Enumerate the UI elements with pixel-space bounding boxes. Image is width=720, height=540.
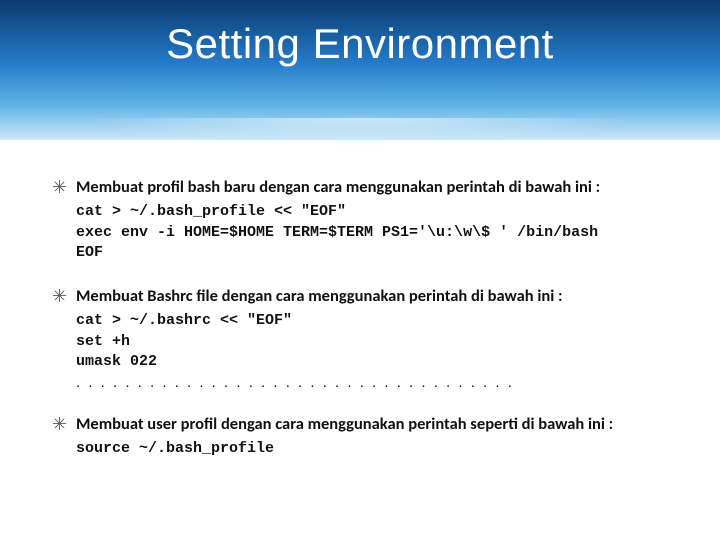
bullet-item: ✳ Membuat user profil dengan cara menggu… xyxy=(52,413,668,460)
bullet-lead: Membuat user profil dengan cara mengguna… xyxy=(76,413,668,435)
code-block: source ~/.bash_profile xyxy=(76,439,668,459)
asterisk-icon: ✳ xyxy=(52,176,76,263)
asterisk-icon: ✳ xyxy=(52,413,76,460)
bullet-item: ✳ Membuat Bashrc file dengan cara menggu… xyxy=(52,285,668,391)
ellipsis-line: . . . . . . . . . . . . . . . . . . . . … xyxy=(76,374,668,391)
code-block: cat > ~/.bashrc << "EOF" set +h umask 02… xyxy=(76,311,668,372)
slide-title: Setting Environment xyxy=(0,0,720,68)
slide-content: ✳ Membuat profil bash baru dengan cara m… xyxy=(0,140,720,492)
bullet-lead: Membuat Bashrc file dengan cara mengguna… xyxy=(76,285,668,307)
asterisk-icon: ✳ xyxy=(52,285,76,391)
bullet-item: ✳ Membuat profil bash baru dengan cara m… xyxy=(52,176,668,263)
bullet-body: Membuat profil bash baru dengan cara men… xyxy=(76,176,668,263)
code-block: cat > ~/.bash_profile << "EOF" exec env … xyxy=(76,202,668,263)
bullet-body: Membuat Bashrc file dengan cara mengguna… xyxy=(76,285,668,391)
slide-header: Setting Environment xyxy=(0,0,720,140)
bullet-body: Membuat user profil dengan cara mengguna… xyxy=(76,413,668,460)
bullet-lead: Membuat profil bash baru dengan cara men… xyxy=(76,176,668,198)
